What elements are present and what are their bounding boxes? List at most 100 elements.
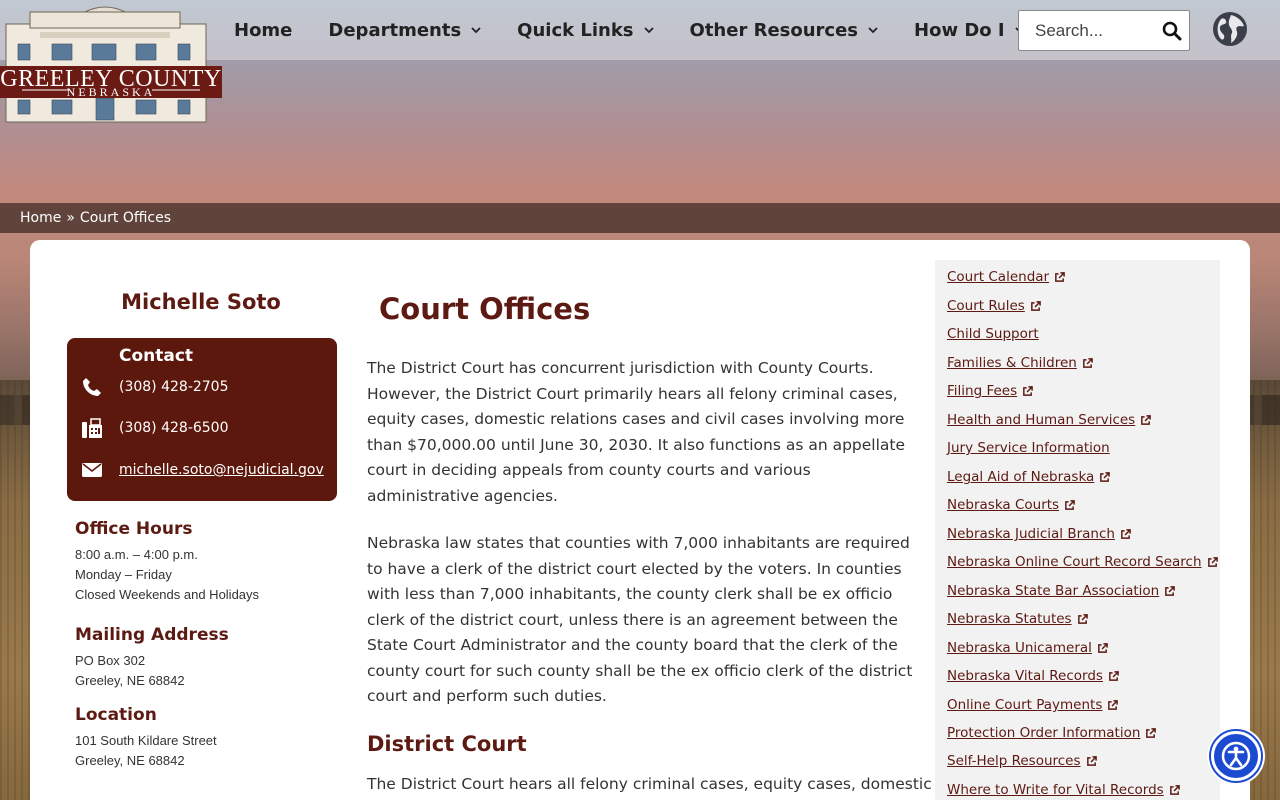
link-court-record-search[interactable]: Nebraska Online Court Record Search	[947, 554, 1218, 570]
breadcrumb: Home » Court Offices	[0, 203, 1280, 233]
external-link-icon	[1030, 300, 1041, 311]
link-jury-service[interactable]: Jury Service Information	[947, 440, 1110, 456]
chevron-down-icon	[868, 27, 878, 34]
fax-icon	[79, 417, 105, 439]
link-label: Online Court Payments	[947, 697, 1103, 713]
link-nebraska-courts[interactable]: Nebraska Courts	[947, 497, 1075, 513]
link-protection-order[interactable]: Protection Order Information	[947, 725, 1157, 741]
link-label: Child Support	[947, 326, 1039, 342]
chevron-down-icon	[643, 27, 654, 34]
external-link-icon	[1169, 784, 1180, 795]
breadcrumb-current: Court Offices	[79, 210, 171, 226]
external-link-icon	[1207, 556, 1218, 567]
link-vital-records[interactable]: Nebraska Vital Records	[947, 668, 1119, 684]
link-health-human-services[interactable]: Health and Human Services	[947, 412, 1152, 428]
link-legal-aid[interactable]: Legal Aid of Nebraska	[947, 469, 1111, 485]
contact-phone[interactable]: (308) 428-2705	[119, 379, 229, 395]
link-statutes[interactable]: Nebraska Statutes	[947, 611, 1088, 627]
link-label: Self-Help Resources	[947, 753, 1081, 769]
clerk-paragraph: Nebraska law states that counties with 7…	[367, 534, 913, 705]
link-label: Nebraska Online Court Record Search	[947, 554, 1202, 570]
link-label: Filing Fees	[947, 383, 1018, 399]
related-links-panel: Court Calendar Court Rules Child Support…	[935, 260, 1220, 800]
page-title: Court Offices	[379, 292, 591, 326]
county-logo[interactable]: GREELEY COUNTY NEBRASKA	[0, 6, 222, 124]
logo-text-state: NEBRASKA	[67, 85, 156, 99]
external-link-icon	[1097, 642, 1108, 653]
link-state-bar[interactable]: Nebraska State Bar Association	[947, 583, 1176, 599]
nav-home-label: Home	[234, 19, 293, 41]
link-label: Nebraska Unicameral	[947, 640, 1092, 656]
location-section: Location 101 South Kildare Street Greele…	[75, 705, 345, 771]
chevron-down-icon	[471, 27, 481, 34]
link-label: Court Calendar	[947, 269, 1050, 285]
external-link-icon	[1055, 271, 1065, 282]
external-link-icon	[1108, 699, 1119, 710]
contact-fax-row: (308) 428-6500	[79, 417, 229, 439]
intro-paragraph: The District Court has concurrent jurisd…	[367, 359, 906, 505]
nav-departments-label: Departments	[328, 19, 462, 41]
link-label: Nebraska State Bar Association	[947, 583, 1160, 599]
main-nav: Home Departments Quick Links Other Resou…	[234, 0, 1061, 60]
link-label: Nebraska Vital Records	[947, 668, 1103, 684]
external-link-icon	[1082, 357, 1093, 368]
mailing-address-line: PO Box 302	[75, 653, 146, 668]
location-line: 101 South Kildare Street	[75, 733, 217, 748]
link-label: Court Rules	[947, 298, 1025, 314]
nav-home[interactable]: Home	[234, 20, 292, 41]
nav-other-resources-label: Other Resources	[689, 19, 859, 41]
external-link-icon	[1165, 585, 1176, 596]
accessibility-button[interactable]	[1207, 727, 1265, 785]
external-link-icon	[1065, 499, 1075, 510]
link-label: Jury Service Information	[947, 440, 1110, 456]
link-self-help[interactable]: Self-Help Resources	[947, 753, 1097, 769]
link-court-calendar[interactable]: Court Calendar	[947, 269, 1065, 285]
globe-icon[interactable]	[1212, 11, 1248, 47]
link-label: Families & Children	[947, 355, 1077, 371]
link-label: Nebraska Judicial Branch	[947, 526, 1115, 542]
phone-icon	[79, 376, 105, 398]
link-filing-fees[interactable]: Filing Fees	[947, 383, 1033, 399]
contact-box: Contact (308) 428-2705 (308) 428-6500 mi…	[67, 338, 337, 501]
breadcrumb-home[interactable]: Home	[20, 210, 61, 226]
contact-email-row: michelle.soto@nejudicial.gov	[79, 459, 324, 481]
mailing-address-heading: Mailing Address	[75, 625, 229, 645]
accessibility-button-inner	[1211, 731, 1261, 781]
link-label: Where to Write for Vital Records	[947, 782, 1164, 798]
search-box	[1018, 10, 1190, 51]
search-input[interactable]	[1019, 11, 1157, 50]
official-name: Michelle Soto	[121, 290, 281, 314]
mailing-address-line: Greeley, NE 68842	[75, 673, 185, 688]
link-online-court-payments[interactable]: Online Court Payments	[947, 697, 1119, 713]
email-icon	[79, 459, 105, 481]
link-label: Nebraska Courts	[947, 497, 1060, 513]
link-judicial-branch[interactable]: Nebraska Judicial Branch	[947, 526, 1131, 542]
link-families-children[interactable]: Families & Children	[947, 355, 1093, 371]
link-child-support[interactable]: Child Support	[947, 326, 1039, 342]
breadcrumb-separator: »	[66, 210, 75, 226]
accessibility-icon	[1221, 741, 1251, 771]
mailing-address-section: Mailing Address PO Box 302 Greeley, NE 6…	[75, 625, 345, 691]
link-write-vital-records[interactable]: Where to Write for Vital Records	[947, 782, 1180, 798]
external-link-icon	[1141, 414, 1152, 425]
nav-other-resources[interactable]: Other Resources	[690, 20, 879, 41]
contact-fax: (308) 428-6500	[119, 420, 229, 436]
nav-departments[interactable]: Departments	[328, 20, 481, 41]
nav-quick-links[interactable]: Quick Links	[517, 20, 654, 41]
link-label: Nebraska Statutes	[947, 611, 1072, 627]
location-line: Greeley, NE 68842	[75, 753, 185, 768]
nav-how-do-i[interactable]: How Do I	[914, 20, 1025, 41]
external-link-icon	[1100, 471, 1111, 482]
office-hours-line: Closed Weekends and Holidays	[75, 587, 260, 602]
search-icon[interactable]	[1162, 21, 1182, 41]
link-unicameral[interactable]: Nebraska Unicameral	[947, 640, 1108, 656]
external-link-icon	[1077, 613, 1088, 624]
external-link-icon	[1023, 385, 1033, 396]
office-hours-line: 8:00 a.m. – 4:00 p.m.	[75, 547, 198, 562]
contact-email-link[interactable]: michelle.soto@nejudicial.gov	[119, 462, 324, 478]
link-court-rules[interactable]: Court Rules	[947, 298, 1041, 314]
district-court-heading: District Court	[367, 732, 527, 756]
external-link-icon	[1086, 755, 1097, 766]
district-court-paragraph: The District Court hears all felony crim…	[367, 775, 932, 793]
office-hours-section: Office Hours 8:00 a.m. – 4:00 p.m. Monda…	[75, 519, 345, 605]
